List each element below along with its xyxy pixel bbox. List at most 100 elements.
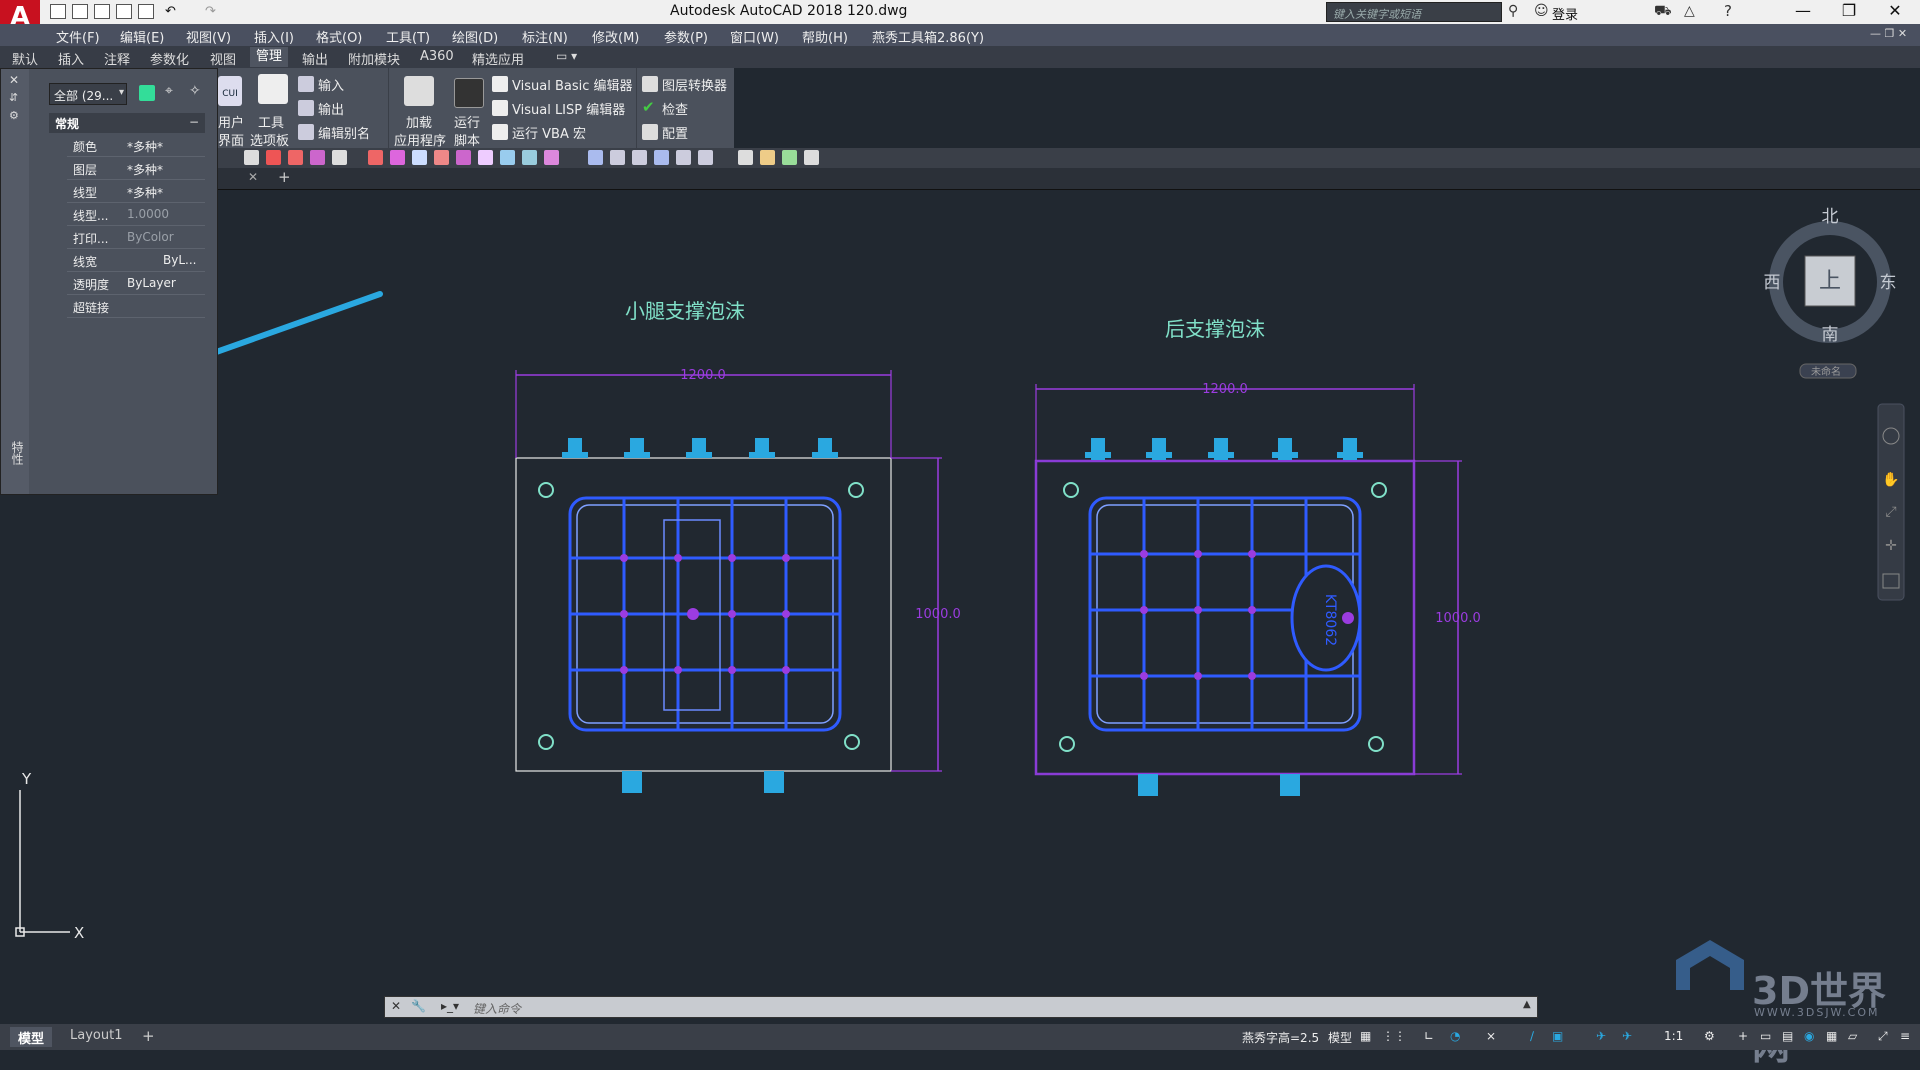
polar-icon[interactable]: ◔ [1450,1029,1460,1043]
menu-tools[interactable]: 工具(T) [386,27,430,46]
clean-screen-icon[interactable]: ▱ [1848,1029,1857,1043]
export-icon[interactable] [298,100,314,116]
lineweight-icon[interactable]: ∕ [1530,1029,1534,1043]
menu-window[interactable]: 窗口(W) [730,27,779,46]
search-input[interactable]: 键入关键字或短语 [1326,2,1502,22]
check-icon[interactable]: ✔ [642,98,655,116]
menu-edit[interactable]: 编辑(E) [120,27,164,46]
tab-manage[interactable]: 管理 [250,47,289,67]
toolbar-icon[interactable] [676,150,691,165]
quick-properties-icon[interactable]: ▤ [1782,1029,1793,1043]
visual-lisp-editor-button[interactable]: Visual LISP 编辑器 [512,99,625,118]
toolbar-icon[interactable] [782,150,797,165]
toolbar-icon[interactable] [478,150,493,165]
save-icon[interactable] [94,4,110,19]
import-icon[interactable] [298,76,314,92]
run-script-label-a[interactable]: 运行 [454,112,480,131]
binoculars-icon[interactable]: ⚲ [1508,3,1518,19]
selection-cycling-icon[interactable]: ▣ [1552,1029,1563,1043]
select-objects-icon[interactable]: ⌖ [165,83,173,99]
toolbar-icon[interactable] [698,150,713,165]
help-icon[interactable]: ? [1724,2,1732,20]
workspace-gear-icon[interactable]: ⚙ [1704,1029,1715,1043]
run-script-label-b[interactable]: 脚本 [454,130,480,149]
collapse-icon[interactable]: − [189,115,199,129]
tool-palette-label-b[interactable]: 选项板 [250,130,289,149]
model-space-toggle[interactable]: 模型 [1328,1029,1352,1046]
visual-basic-icon[interactable] [492,76,508,92]
close-button[interactable]: ✕ [1872,0,1918,24]
doc-window-controls-icon[interactable]: — ❐ ✕ [1870,27,1907,40]
run-vba-icon[interactable] [492,124,508,140]
customize-status-icon[interactable]: ≡ [1900,1029,1910,1043]
tab-featured-apps[interactable]: 精选应用 [472,49,524,68]
close-palette-icon[interactable]: ✕ [9,73,19,87]
tool-palette-icon[interactable] [258,74,288,104]
property-value[interactable]: *多种* [127,138,163,155]
grid-icon[interactable]: ▦ [1360,1029,1371,1043]
menu-dimension[interactable]: 标注(N) [522,27,568,46]
property-value[interactable]: ByLayer [127,276,176,290]
visual-basic-editor-button[interactable]: Visual Basic 编辑器 [512,75,633,94]
edit-alias-icon[interactable] [298,124,314,140]
ribbon-toggle-icon[interactable]: ▭ ▾ [556,49,577,63]
tab-model[interactable]: 模型 [10,1027,53,1047]
property-row-layer[interactable]: 图层 *多种* [67,158,205,180]
toolbar-icon[interactable] [310,150,325,165]
user-icon[interactable]: ☺ [1534,3,1549,19]
osnap-icon[interactable]: ⨯ [1486,1029,1496,1043]
login-button[interactable]: 登录 [1552,4,1578,23]
fullscreen-icon[interactable]: ⤢ [1878,1029,1888,1044]
restore-button[interactable]: ❐ [1826,0,1872,24]
load-app-label-b[interactable]: 应用程序 [394,130,446,149]
toggle-pickadd-icon[interactable] [139,85,155,101]
quick-select-icon[interactable]: ✧ [189,83,201,99]
property-value[interactable]: ByL... [163,253,196,267]
toolbar-icon[interactable] [610,150,625,165]
menu-yanxiu-toolbox[interactable]: 燕秀工具箱2.86(Y) [872,27,984,46]
tab-addins[interactable]: 附加模块 [348,49,400,68]
user-interface-label-b[interactable]: 界面 [218,130,244,149]
menu-view[interactable]: 视图(V) [186,27,231,46]
toolbar-icon[interactable] [456,150,471,165]
toolbar-icon[interactable] [522,150,537,165]
toolbar-icon[interactable] [390,150,405,165]
text-height-status[interactable]: 燕秀字高=2.5 [1242,1029,1319,1046]
property-row-plot-style[interactable]: 打印... ByColor [67,227,205,249]
property-row-linetype-scale[interactable]: 线型... 1.0000 [67,204,205,226]
command-input[interactable]: 键入命令 [473,1000,521,1017]
menu-draw[interactable]: 绘图(D) [452,27,498,46]
menu-parametric[interactable]: 参数(P) [664,27,708,46]
hardware-acceleration-icon[interactable]: ▦ [1826,1029,1837,1043]
load-application-icon[interactable] [404,76,434,106]
minimize-button[interactable]: — [1780,0,1826,24]
menu-file[interactable]: 文件(F) [56,27,100,46]
annotation-monitor-icon[interactable]: + [1738,1029,1748,1043]
menu-modify[interactable]: 修改(M) [592,27,639,46]
toolbar-icon[interactable] [500,150,515,165]
ortho-icon[interactable]: ∟ [1424,1029,1434,1043]
recent-commands-icon[interactable]: ▸_▾ [441,999,459,1013]
configure-button[interactable]: 配置 [662,123,688,142]
property-value[interactable]: *多种* [127,184,163,201]
expand-history-icon[interactable]: ▲ [1523,999,1531,1010]
property-row-hyperlink[interactable]: 超链接 [67,296,205,318]
toolbar-icon[interactable] [244,150,259,165]
save-as-icon[interactable] [116,4,132,19]
tab-layout1[interactable]: Layout1 [62,1027,130,1047]
add-layout-icon[interactable]: + [142,1027,155,1045]
user-interface-label-a[interactable]: 用户 [218,112,244,131]
snap-icon[interactable]: ⋮⋮ [1382,1029,1406,1043]
tab-view[interactable]: 视图 [210,49,236,68]
tab-a360[interactable]: A360 [420,49,454,64]
redo-icon[interactable]: ↷ [205,4,221,19]
toolbar-icon[interactable] [412,150,427,165]
property-row-color[interactable]: 颜色 *多种* [67,135,205,157]
a360-icon[interactable]: △ [1684,3,1695,19]
annotation-scale-icon[interactable]: ✈ [1596,1029,1606,1043]
tool-palette-label-a[interactable]: 工具 [258,112,284,131]
cui-icon[interactable]: CUI [218,76,242,106]
property-row-linetype[interactable]: 线型 *多种* [67,181,205,203]
new-tab-icon[interactable]: + [278,168,291,186]
tab-default[interactable]: 默认 [12,49,38,68]
